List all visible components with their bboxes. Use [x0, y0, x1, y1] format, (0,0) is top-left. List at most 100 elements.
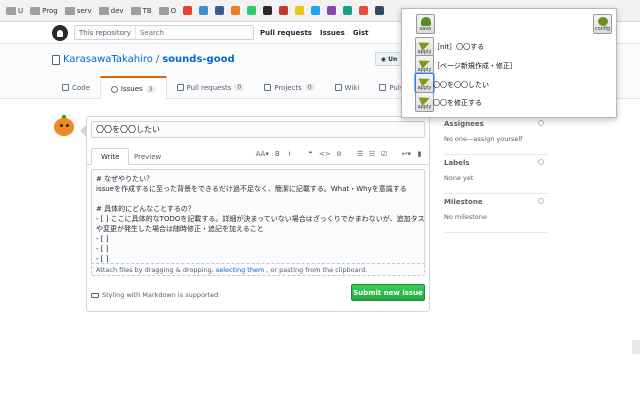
apply-button-4[interactable]: apply: [415, 92, 434, 112]
toolbar-button-icon[interactable]: ☰: [357, 150, 364, 158]
folder-icon: [30, 6, 41, 15]
sidebar-title: Milestone: [444, 198, 483, 206]
bookmark-item[interactable]: [373, 3, 386, 19]
sidebar-assignees: Assignees No one—assign yourself: [444, 116, 548, 155]
nav-gist[interactable]: Gist: [353, 29, 369, 37]
body-line: # 具体的にどんなことするの？: [96, 205, 195, 213]
repo-separator: /: [155, 54, 160, 65]
markdown-toolbar: AA▾ Bi ❝ <> ⊘ ☰ ☷ ☑ ↩▾ ▮: [256, 150, 423, 158]
issue-title-input[interactable]: 〇〇を〇〇したい: [91, 121, 425, 138]
config-button[interactable]: config: [593, 14, 612, 34]
bookmark-item[interactable]: [357, 3, 370, 19]
tab-counter: 0: [304, 84, 315, 91]
form-footer: Styling with Markdown is supported Submi…: [87, 281, 429, 311]
attach-prefix: Attach files by dragging & dropping,: [96, 265, 214, 274]
select-files-link[interactable]: selecting them: [216, 266, 264, 274]
body-line: や変更が発生した場合は随時修正・追記を加えること: [96, 225, 264, 233]
bookmark-label: U: [18, 6, 24, 15]
bookmark-item[interactable]: [181, 3, 194, 19]
markdown-note[interactable]: Styling with Markdown is supported: [91, 291, 218, 299]
template-item-3[interactable]: 〇〇を〇〇したい: [433, 80, 489, 90]
toolbar-button-icon[interactable]: ⊘: [336, 150, 343, 158]
toolbar-button-icon[interactable]: i: [286, 150, 293, 158]
repo-tabs: Code Issues 3 Pull requests 0 Projects 0 Wiki Pu…: [52, 76, 453, 100]
apply-button-2[interactable]: apply: [415, 55, 434, 75]
favicon-icon: [327, 6, 337, 15]
favicon-icon: [343, 6, 353, 15]
github-logo-icon[interactable]: [52, 25, 68, 41]
template-item-2[interactable]: ［ページ新規作成・修正］: [433, 61, 517, 71]
bookmark-item[interactable]: [341, 3, 354, 19]
toolbar-button-icon[interactable]: ↩▾: [402, 150, 411, 158]
nav-pull-requests[interactable]: Pull requests: [260, 29, 312, 37]
toolbar-button-icon[interactable]: ☷: [369, 150, 376, 158]
favicon-icon: [295, 6, 305, 15]
repo-owner-link[interactable]: KarasawaTakahiro: [63, 54, 153, 65]
new-issue-form: 〇〇を〇〇したい Write Preview AA▾ Bi ❝ <> ⊘ ☰ ☷ ☑ ↩▾ ▮ #…: [80, 116, 430, 312]
submit-new-issue-button[interactable]: Submit new issue: [351, 284, 425, 301]
tab-icon: [264, 84, 272, 91]
sidebar-title: Labels: [444, 159, 470, 167]
tab-pull-requests[interactable]: Pull requests 0: [167, 76, 255, 99]
markdown-note-text: Styling with Markdown is supported: [102, 291, 219, 299]
toolbar-button-icon[interactable]: ☑: [381, 150, 388, 158]
apply-button-1[interactable]: apply: [415, 37, 434, 57]
bookmark-item[interactable]: [213, 3, 226, 19]
bookmark-item[interactable]: [325, 3, 338, 19]
favicon-icon: [199, 6, 209, 15]
bookmark-item[interactable]: [229, 3, 242, 19]
bookmark-folder[interactable]: U: [4, 3, 25, 19]
scrollbar-thumb[interactable]: [632, 340, 640, 354]
gear-icon: [598, 17, 608, 26]
search-box[interactable]: This repository: [74, 25, 254, 40]
gear-icon[interactable]: [538, 159, 544, 165]
write-tab[interactable]: Write: [91, 148, 130, 165]
toolbar-button-icon[interactable]: <>: [319, 150, 331, 158]
tab-icon: [110, 85, 118, 93]
pumpkin-face: [54, 118, 74, 136]
issue-body-textarea[interactable]: # なぜやりたい？ issueを作成するに至った背景をできるだけ過不足なく、簡潔に…: [91, 169, 425, 263]
bookmark-folder[interactable]: dev: [97, 3, 126, 19]
bookmark-folder[interactable]: TB: [129, 3, 154, 19]
toolbar-button-icon[interactable]: ▮: [416, 150, 423, 158]
bookmark-item[interactable]: [261, 3, 274, 19]
search-input[interactable]: [135, 28, 236, 37]
bookmark-item[interactable]: [245, 3, 258, 19]
bookmark-item[interactable]: [293, 3, 306, 19]
favicon-icon: [215, 6, 225, 15]
favicon-icon: [231, 6, 241, 15]
pumpkin-eye-right: [66, 124, 69, 127]
save-button[interactable]: save: [416, 14, 435, 34]
tab-code[interactable]: Code: [52, 76, 100, 99]
tab-issues[interactable]: Issues 3: [99, 76, 167, 100]
preview-tab[interactable]: Preview: [125, 148, 170, 165]
repo-name-link[interactable]: sounds-good: [162, 54, 234, 65]
template-item-1[interactable]: ［nit］〇〇する: [433, 42, 484, 52]
bookmark-folder[interactable]: O: [157, 3, 179, 19]
toolbar-button-icon[interactable]: ❝: [307, 150, 314, 158]
gear-icon[interactable]: [538, 120, 544, 126]
tab-wiki[interactable]: Wiki: [325, 76, 370, 99]
folder-icon: [98, 6, 109, 15]
bookmark-folder[interactable]: serv: [63, 3, 94, 19]
folder-icon: [130, 6, 141, 15]
tab-projects[interactable]: Projects 0: [254, 76, 324, 99]
template-item-4[interactable]: 〇〇を修正する: [433, 98, 482, 108]
bookmark-item[interactable]: [197, 3, 210, 19]
unwatch-button[interactable]: ◉ Un: [375, 52, 403, 66]
apply-button-3[interactable]: apply: [415, 73, 434, 93]
sidebar-value[interactable]: No one—assign yourself: [444, 135, 548, 143]
attach-files-bar[interactable]: Attach files by dragging & dropping, sel…: [91, 263, 425, 276]
folder-icon: [6, 6, 16, 15]
tab-icon: [62, 84, 69, 91]
bookmark-item[interactable]: [277, 3, 290, 19]
nav-issues[interactable]: Issues: [320, 29, 345, 37]
sidebar-milestone: Milestone No milestone: [444, 194, 548, 233]
bookmark-item[interactable]: [309, 3, 322, 19]
toolbar-button-icon[interactable]: B: [274, 150, 281, 158]
body-line: - [ ]: [96, 235, 109, 243]
bookmark-folder[interactable]: Prog: [28, 3, 60, 19]
tab-icon: [334, 84, 342, 91]
gear-icon[interactable]: [538, 198, 544, 204]
toolbar-button-icon[interactable]: AA▾: [256, 150, 269, 158]
